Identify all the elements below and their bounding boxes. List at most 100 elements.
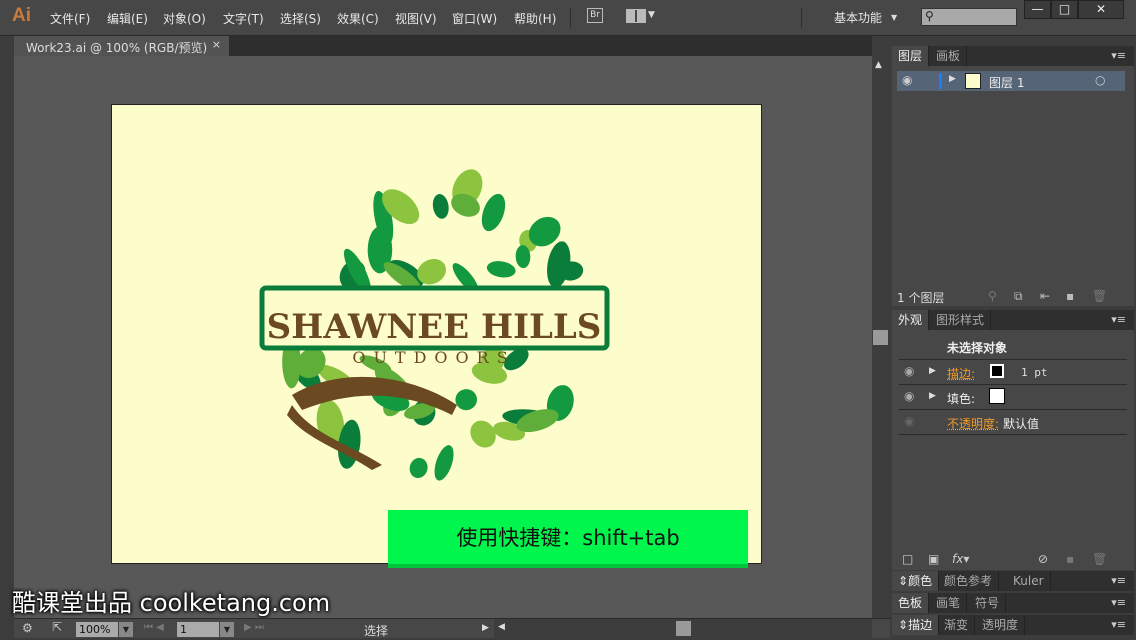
- menu-help[interactable]: 帮助(H): [514, 10, 556, 27]
- artboard[interactable]: SHAWNEE HILLS OUTDOORS: [111, 104, 762, 564]
- bridge-button[interactable]: Br: [587, 8, 603, 23]
- tab-stroke-label: 描边: [908, 618, 933, 632]
- menu-type[interactable]: 文字(T): [223, 10, 264, 27]
- tab-artboards[interactable]: 画板: [930, 46, 968, 66]
- last-page-icon[interactable]: ▶ ⏭: [244, 622, 264, 633]
- scroll-left-icon[interactable]: ◀: [498, 622, 505, 632]
- tab-color-label: 颜色: [908, 574, 933, 588]
- arrange-documents-icon[interactable]: [626, 9, 646, 23]
- status-bar: ⚙ ⇱ 100% ▼ ⏮ ◀ 1 ▼ ▶ ⏭ 选择 ▶ ◀: [14, 618, 890, 638]
- layer-row[interactable]: ◉ ▶ 图层 1 ○: [897, 71, 1125, 91]
- fill-swatch[interactable]: [989, 388, 1005, 404]
- eye-icon: ◉: [904, 414, 915, 428]
- tab-gradient[interactable]: 渐变: [938, 615, 976, 635]
- menu-select[interactable]: 选择(S): [280, 10, 321, 27]
- tab-appearance[interactable]: 外观: [892, 310, 930, 330]
- tab-layers[interactable]: 图层: [892, 46, 930, 66]
- page-input[interactable]: 1: [177, 622, 219, 637]
- menu-edit[interactable]: 编辑(E): [107, 10, 148, 27]
- eye-icon[interactable]: ◉: [904, 389, 914, 403]
- eye-icon[interactable]: ◉: [904, 364, 914, 378]
- tab-color-guide[interactable]: 颜色参考: [938, 571, 1000, 591]
- stroke-weight[interactable]: 1 pt: [1021, 366, 1048, 379]
- shortcut-hint: 使用快捷键：shift+tab: [388, 510, 748, 568]
- scroll-up-icon[interactable]: ▲: [875, 60, 882, 70]
- leaf: [455, 389, 478, 411]
- trash-icon[interactable]: 🗑: [1092, 552, 1107, 566]
- clipping-mask-icon[interactable]: ⧉: [1014, 289, 1023, 304]
- trash-icon[interactable]: 🗑: [1092, 289, 1107, 303]
- menu-window[interactable]: 窗口(W): [452, 10, 497, 27]
- panel-menu-icon[interactable]: ▾≡: [1111, 49, 1126, 62]
- watermark: 酷课堂出品 coolketang.com: [12, 589, 331, 617]
- scroll-thumb[interactable]: [873, 330, 888, 345]
- fill-label: 填色:: [947, 392, 976, 406]
- status-menu-icon[interactable]: ▶: [482, 623, 489, 633]
- menu-effect[interactable]: 效果(C): [337, 10, 379, 27]
- scroll-thumb[interactable]: [676, 621, 691, 636]
- stroke-swatch[interactable]: [990, 364, 1004, 378]
- opacity-label[interactable]: 不透明度:: [947, 415, 999, 432]
- appearance-panel-tabs: 外观 图形样式 ▾≡: [892, 310, 1134, 330]
- menu-file[interactable]: 文件(F): [50, 10, 90, 27]
- eye-icon[interactable]: ◉: [902, 73, 912, 87]
- panel-menu-icon[interactable]: ▾≡: [1111, 313, 1126, 326]
- close-button[interactable]: ✕: [1078, 0, 1124, 19]
- panel-menu-icon[interactable]: ▾≡: [1111, 574, 1126, 587]
- stroke-row[interactable]: ◉ ▶ 描边: 1 pt: [899, 360, 1127, 385]
- clear-appearance-icon[interactable]: ⊘: [1038, 552, 1048, 566]
- maximize-button[interactable]: □: [1051, 0, 1078, 19]
- right-panel-dock: 图层 画板 ▾≡ ◉ ▶ 图层 1 ○ 1 个图层 ⚲ ⧉ ⇤ ▪ 🗑 外观 图…: [890, 36, 1136, 640]
- tab-brushes[interactable]: 画笔: [930, 593, 968, 613]
- chevron-down-icon[interactable]: ▼: [648, 10, 655, 20]
- first-page-icon[interactable]: ⏮ ◀: [144, 622, 164, 633]
- target-icon[interactable]: ○: [1095, 73, 1105, 87]
- tab-kuler[interactable]: Kuler: [1007, 571, 1051, 591]
- fill-row[interactable]: ◉ ▶ 填色:: [899, 385, 1127, 410]
- search-icon: ⚲: [925, 9, 934, 23]
- tab-symbols[interactable]: 符号: [969, 593, 1007, 613]
- chevron-down-icon[interactable]: ▼: [891, 13, 897, 22]
- vertical-scrollbar[interactable]: ▲: [872, 56, 889, 618]
- gear-icon[interactable]: ⚙: [22, 621, 33, 635]
- tab-graphic-styles[interactable]: 图形样式: [930, 310, 992, 330]
- fx-icon[interactable]: fx▾: [952, 552, 969, 566]
- minimize-button[interactable]: —: [1024, 0, 1051, 19]
- opacity-row[interactable]: ◉ 不透明度: 默认值: [899, 410, 1127, 435]
- chevron-down-icon[interactable]: ▼: [220, 622, 234, 637]
- new-layer-icon[interactable]: ▪: [1066, 289, 1074, 303]
- new-sublayer-icon[interactable]: ⇤: [1040, 289, 1050, 303]
- zoom-input[interactable]: 100%: [76, 622, 118, 637]
- locate-icon[interactable]: ⚲: [988, 289, 997, 303]
- document-tab[interactable]: Work23.ai @ 100% (RGB/预览) ×: [14, 36, 229, 56]
- expand-icon[interactable]: ▶: [929, 391, 936, 401]
- panel-menu-icon[interactable]: ▾≡: [1111, 596, 1126, 609]
- layer-name[interactable]: 图层 1: [989, 74, 1024, 91]
- stroke-label[interactable]: 描边:: [947, 365, 975, 382]
- close-tab-icon[interactable]: ×: [212, 38, 221, 51]
- menu-object[interactable]: 对象(O): [163, 10, 206, 27]
- leaf: [547, 241, 571, 288]
- chevron-down-icon[interactable]: ▼: [119, 622, 133, 637]
- horizontal-scrollbar[interactable]: ◀: [494, 619, 872, 638]
- panel-menu-icon[interactable]: ▾≡: [1111, 618, 1126, 631]
- tab-swatches[interactable]: 色板: [892, 593, 930, 613]
- duplicate-icon[interactable]: ▪: [1066, 552, 1074, 566]
- tab-transparency[interactable]: 透明度: [976, 615, 1026, 635]
- add-stroke-icon[interactable]: □: [902, 552, 913, 566]
- tab-stroke[interactable]: ⇕描边: [892, 615, 940, 635]
- leaf: [486, 261, 516, 278]
- shawnee-hills-logo: SHAWNEE HILLS OUTDOORS: [259, 169, 610, 481]
- share-icon[interactable]: ⇱: [52, 620, 62, 634]
- expand-icon[interactable]: ▶: [949, 74, 956, 84]
- search-input[interactable]: ⚲: [921, 8, 1017, 26]
- expand-icon[interactable]: ▶: [929, 366, 936, 376]
- swatches-panel-tabs: 色板 画笔 符号 ▾≡: [892, 593, 1134, 613]
- add-fill-icon[interactable]: ▣: [928, 552, 939, 566]
- layers-panel-tabs: 图层 画板 ▾≡: [892, 46, 1134, 66]
- menu-bar: Ai 文件(F) 编辑(E) 对象(O) 文字(T) 选择(S) 效果(C) 视…: [0, 0, 1136, 36]
- workspace-switcher[interactable]: 基本功能: [834, 9, 882, 26]
- appearance-header: 未选择对象: [899, 335, 1127, 360]
- menu-view[interactable]: 视图(V): [395, 10, 437, 27]
- tab-color[interactable]: ⇕颜色: [892, 571, 940, 591]
